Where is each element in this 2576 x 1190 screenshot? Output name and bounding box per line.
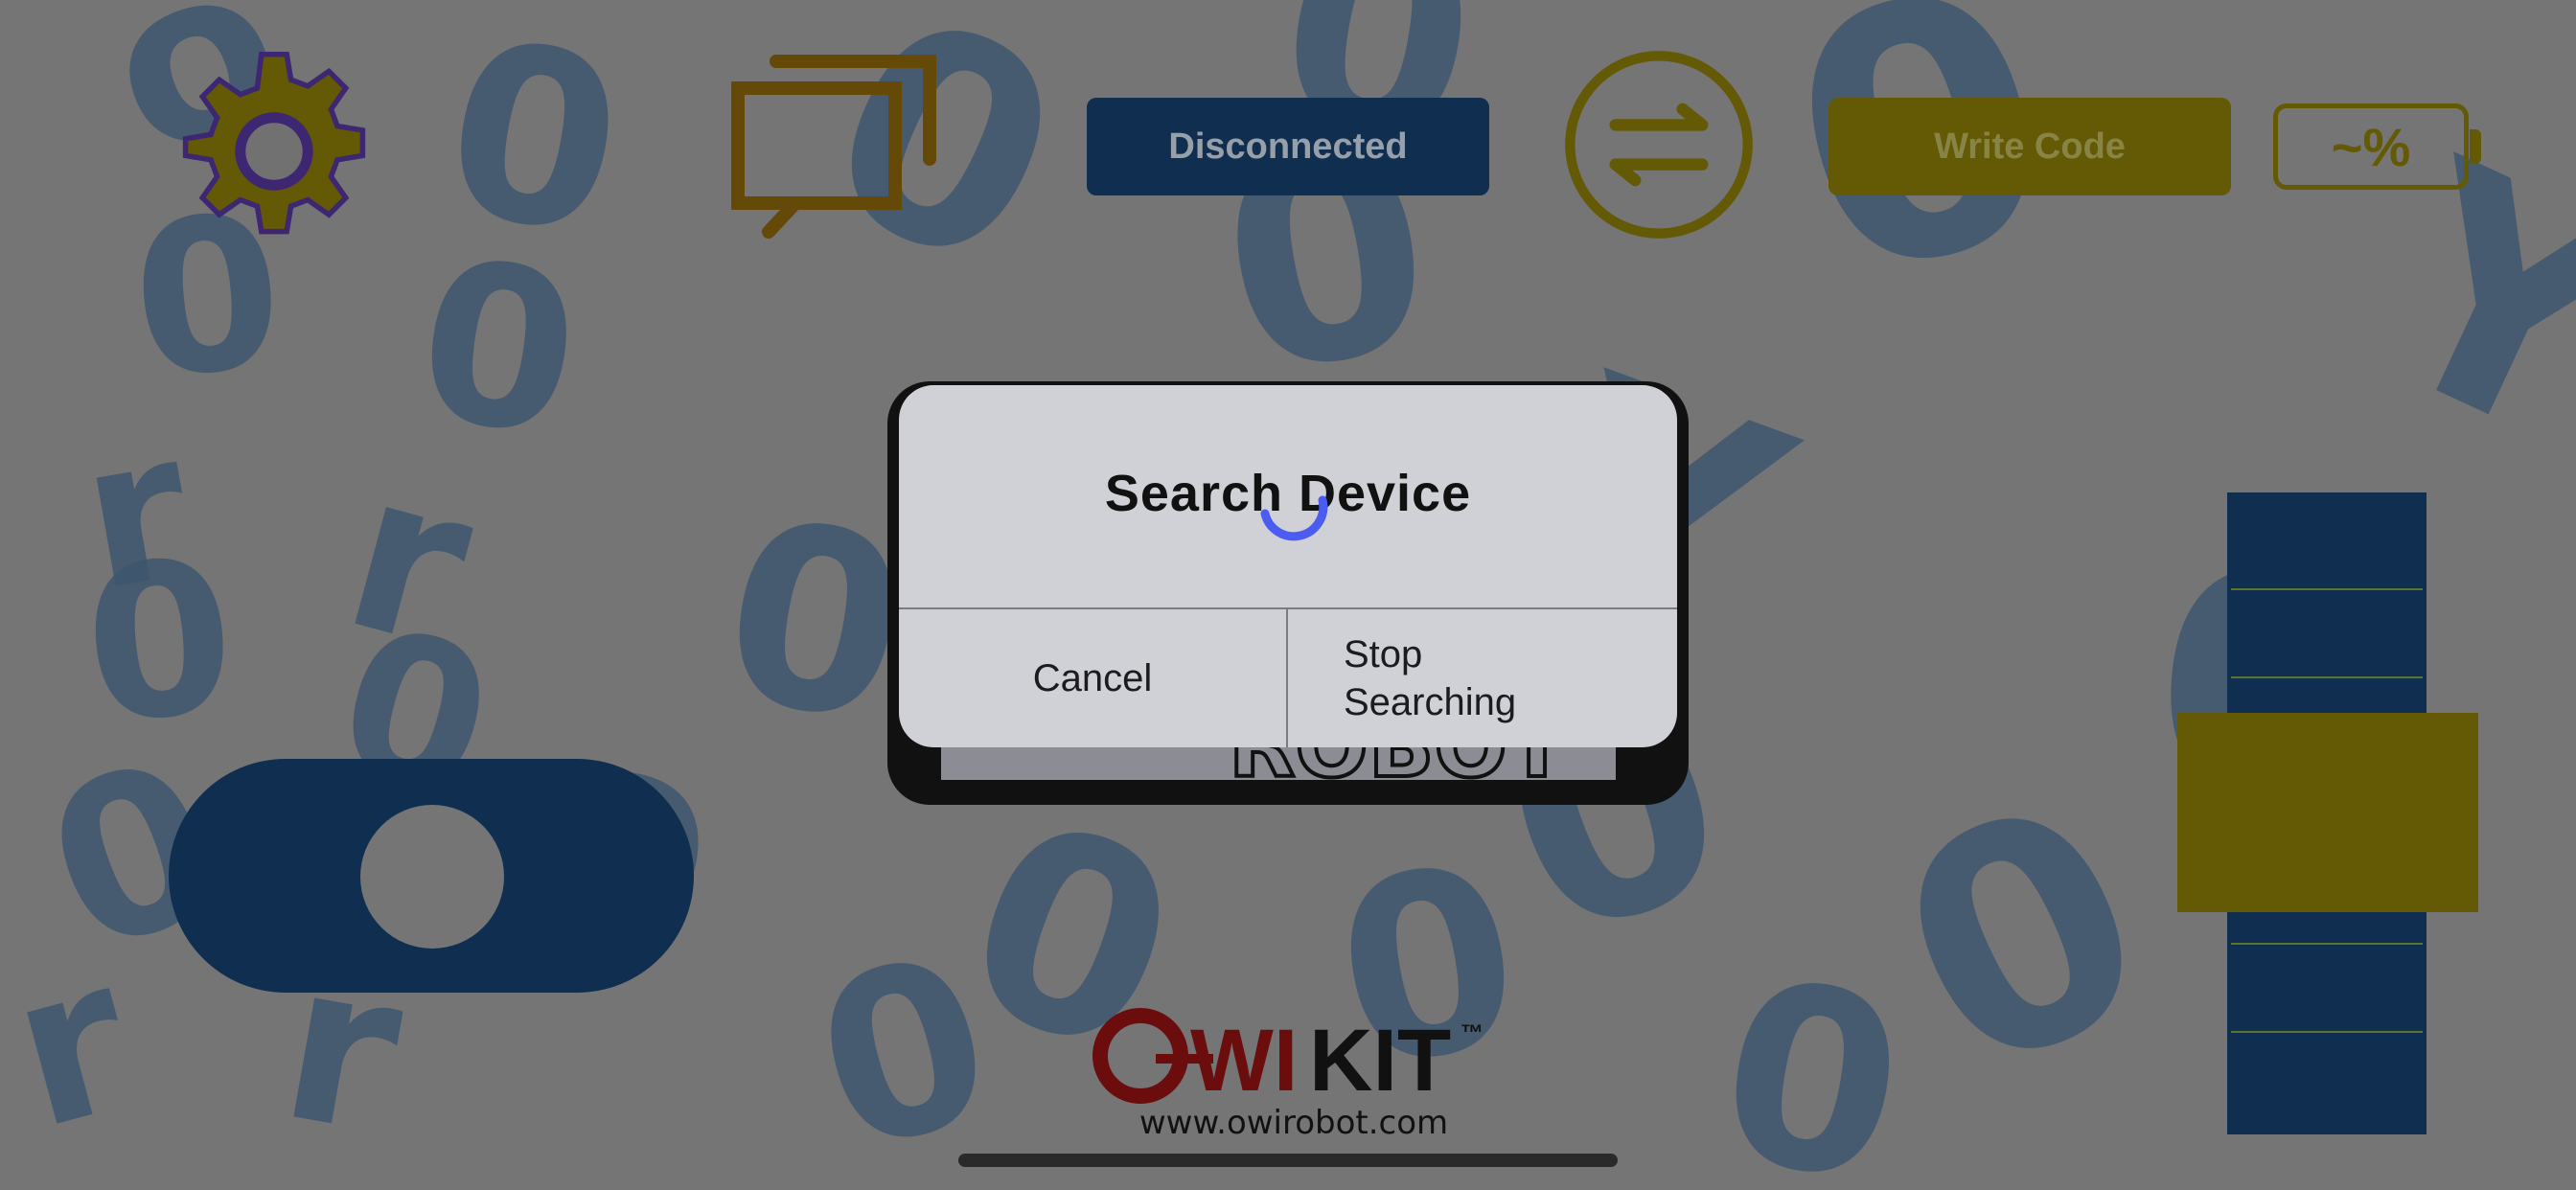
loading-spinner-icon [1255,491,1332,548]
dialog-button-divider [1286,609,1288,747]
svg-text:™: ™ [1460,1020,1484,1046]
svg-text:KIT: KIT [1309,1012,1451,1110]
website-url: www.owirobot.com [1138,1104,1449,1142]
cancel-button[interactable]: Cancel [899,609,1286,747]
search-device-dialog: Search Device Cancel Stop Searching [899,385,1677,747]
stop-searching-label: Stop Searching [1344,633,1517,723]
svg-text:WI: WI [1190,1012,1298,1110]
home-indicator[interactable] [958,1154,1618,1167]
stop-searching-button[interactable]: Stop Searching [1290,609,1677,747]
